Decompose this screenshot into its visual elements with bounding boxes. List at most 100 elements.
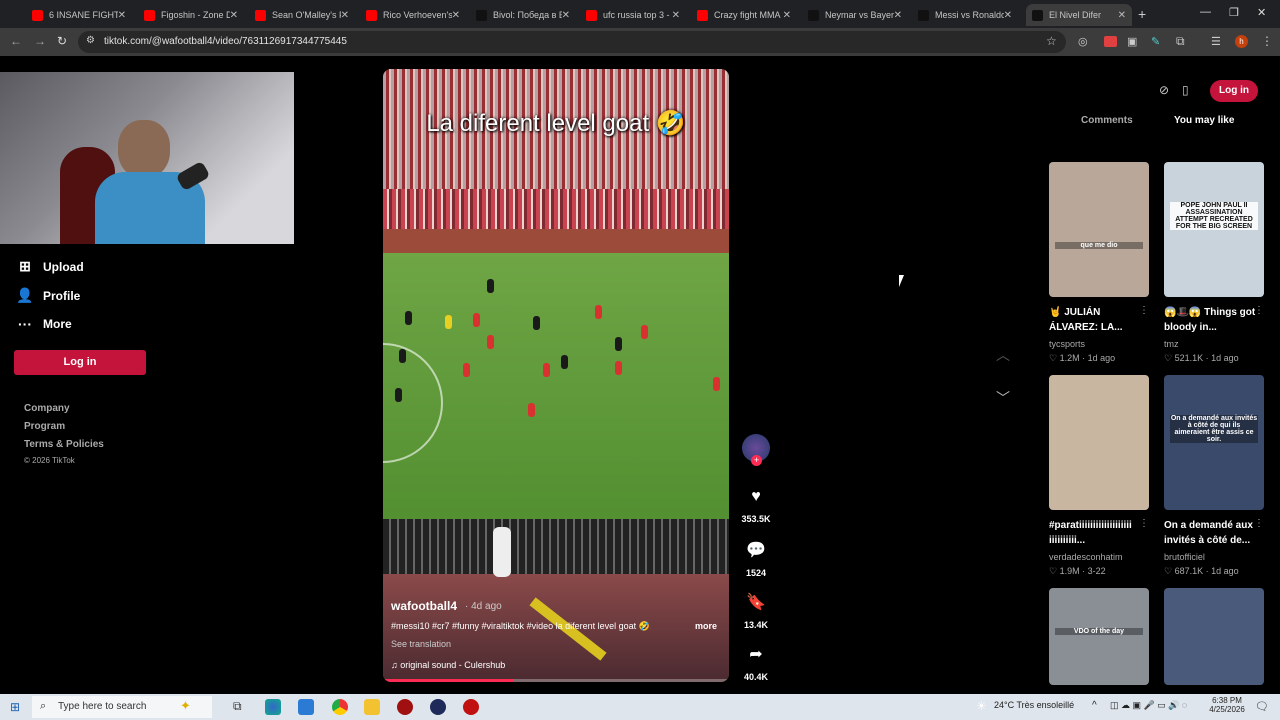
site-info-icon[interactable]: ⚙ [86, 35, 95, 46]
device-icon[interactable]: ▯ [1182, 83, 1189, 97]
tab-close-icon[interactable]: ✕ [118, 10, 126, 21]
video-author-link[interactable]: wafootball4 [391, 599, 457, 613]
compass-icon[interactable]: ⊘ [1159, 83, 1169, 97]
tray-icons[interactable]: ◫ ☁ ▣ 🎤 ▭ 🔊 ◌ [1110, 700, 1187, 711]
browser-tab[interactable]: Sean O'Malley's F ✕ [249, 4, 355, 26]
save-button[interactable]: 🔖 13.4K [738, 592, 774, 630]
card-title[interactable]: 😱🎩😱 Things got bloody in... [1164, 305, 1256, 335]
follow-plus-icon[interactable]: + [751, 455, 762, 466]
tab-close-icon[interactable]: ✕ [1118, 10, 1126, 21]
close-window-icon[interactable]: ✕ [1257, 6, 1266, 19]
edge-icon[interactable] [265, 699, 281, 715]
chrome-icon[interactable] [332, 699, 348, 715]
extension-icon[interactable]: ◎ [1078, 35, 1088, 48]
browser-tab[interactable]: Figoshin - Zone D ✕ [138, 4, 244, 26]
tab-close-icon[interactable]: ✕ [1004, 10, 1012, 21]
tab-close-icon[interactable]: ✕ [341, 10, 349, 21]
video-progress-bar[interactable] [383, 679, 729, 682]
file-explorer-icon[interactable] [364, 699, 380, 715]
extension-icon[interactable]: ✎ [1151, 35, 1160, 48]
tab-comments[interactable]: Comments [1081, 115, 1133, 126]
tab-close-icon[interactable]: ✕ [894, 10, 902, 21]
footer-program-link[interactable]: Program [24, 421, 65, 432]
card-more-icon[interactable]: ⋮ [1139, 305, 1149, 316]
nav-more[interactable]: ··· More [16, 316, 72, 332]
description-more-button[interactable]: more [695, 621, 717, 631]
login-button[interactable]: Log in [1210, 80, 1258, 102]
browser-tab[interactable]: Crazy fight MMA ✕ [691, 4, 797, 26]
extension-icon[interactable]: ▣ [1127, 35, 1137, 48]
clock[interactable]: 6:38 PM 4/25/2026 [1205, 696, 1249, 714]
browser-tab[interactable]: Bivol: Победа в Б ✕ [470, 4, 576, 26]
reload-icon[interactable]: ↻ [57, 34, 67, 48]
login-button[interactable]: Log in [14, 350, 146, 375]
video-thumbnail[interactable]: VDO of the day [1049, 588, 1149, 685]
card-author[interactable]: verdadesconhatim [1049, 552, 1149, 562]
app-icon[interactable] [463, 699, 479, 715]
notifications-icon[interactable]: 🗨 [1255, 700, 1269, 713]
like-button[interactable]: ♥ 353.5K [738, 488, 774, 524]
minimize-icon[interactable]: — [1200, 6, 1211, 18]
weather-text[interactable]: 24°C Très ensoleillé [994, 700, 1074, 710]
video-thumbnail[interactable]: que me dio [1049, 162, 1149, 297]
adblock-extension-icon[interactable] [1104, 36, 1117, 47]
reading-list-icon[interactable]: ☰ [1211, 35, 1221, 48]
profile-avatar[interactable]: h [1235, 35, 1248, 48]
windows-start-icon[interactable]: ⊞ [10, 700, 20, 714]
tab-close-icon[interactable]: ✕ [452, 10, 460, 21]
footer-terms-link[interactable]: Terms & Policies [24, 439, 104, 450]
browser-menu-icon[interactable]: ⋮ [1261, 34, 1273, 48]
recommended-video-card[interactable] [1164, 588, 1264, 685]
4k-app-icon[interactable] [430, 699, 446, 715]
url-input[interactable]: tiktok.com/@wafootball4/video/7631126917… [78, 31, 1066, 53]
browser-tab[interactable]: 6 INSANE FIGHTS✕ [26, 4, 132, 26]
video-sound-link[interactable]: ♫ original sound - Culershub [391, 660, 505, 670]
video-thumbnail[interactable] [1049, 375, 1149, 510]
tab-you-may-like[interactable]: You may like [1174, 115, 1234, 126]
previous-video-icon[interactable]: ︿ [996, 345, 1010, 365]
task-view-icon[interactable]: ⧉ [233, 699, 242, 714]
card-title[interactable]: On a demandé aux invités à côté de... [1164, 518, 1256, 548]
tab-close-icon[interactable]: ✕ [783, 10, 791, 21]
browser-tab[interactable]: Messi vs Ronaldo ✕ [912, 4, 1018, 26]
recommended-video-card[interactable]: On a demandé aux invités à côté de qui i… [1164, 375, 1264, 577]
card-author[interactable]: brutofficiel [1164, 552, 1264, 562]
browser-tab[interactable]: Rico Verhoeven's ✕ [360, 4, 466, 26]
recommended-video-card[interactable]: POPE JOHN PAUL II ASSASSINATION ATTEMPT … [1164, 162, 1264, 364]
recommended-video-card[interactable]: que me dio 🤘 JULIÁN ÁLVAREZ: LA... ⋮ tycspo… [1049, 162, 1149, 364]
video-thumbnail[interactable] [1164, 588, 1264, 685]
nav-profile[interactable]: 👤 Profile [16, 287, 80, 304]
extensions-puzzle-icon[interactable]: ⧉ [1176, 34, 1185, 49]
video-thumbnail[interactable]: On a demandé aux invités à côté de qui i… [1164, 375, 1264, 510]
video-player[interactable]: La diferent level goat 🤣 wafootball4 · 4… [383, 69, 729, 682]
comment-button[interactable]: 💬 1524 [738, 540, 774, 578]
recommended-video-card[interactable]: #paratiiiiiiiiiiiiiiiiiii iiiiiiiiii... ⋮… [1049, 375, 1149, 577]
next-video-icon[interactable]: ﹀ [996, 388, 1010, 408]
tab-close-icon[interactable]: ✕ [562, 10, 570, 21]
browser-tab[interactable]: ufc russia top 3 - ✕ [580, 4, 686, 26]
app-icon[interactable] [298, 699, 314, 715]
card-more-icon[interactable]: ⋮ [1254, 305, 1264, 316]
video-thumbnail[interactable]: POPE JOHN PAUL II ASSASSINATION ATTEMPT … [1164, 162, 1264, 297]
nav-upload[interactable]: ⊞ Upload [16, 258, 84, 275]
card-author[interactable]: tycsports [1049, 339, 1149, 349]
share-button[interactable]: ➦ 40.4K [738, 644, 774, 682]
card-title[interactable]: #paratiiiiiiiiiiiiiiiiiii iiiiiiiiii... [1049, 518, 1141, 548]
new-tab-button[interactable]: + [1138, 6, 1146, 22]
bookmark-star-icon[interactable]: ☆ [1046, 34, 1057, 48]
card-title[interactable]: 🤘 JULIÁN ÁLVAREZ: LA... [1049, 305, 1141, 335]
footer-company-link[interactable]: Company [24, 403, 70, 414]
card-more-icon[interactable]: ⋮ [1139, 518, 1149, 529]
recommended-video-card[interactable]: VDO of the day [1049, 588, 1149, 685]
tray-chevron-icon[interactable]: ^ [1092, 700, 1097, 711]
browser-tab[interactable]: Neymar vs Bayern ✕ [802, 4, 908, 26]
tab-close-icon[interactable]: ✕ [672, 10, 680, 21]
card-more-icon[interactable]: ⋮ [1254, 518, 1264, 529]
restore-icon[interactable]: ❐ [1229, 6, 1239, 19]
forward-icon[interactable]: → [34, 34, 46, 48]
see-translation-link[interactable]: See translation [391, 639, 451, 649]
app-icon[interactable] [397, 699, 413, 715]
card-author[interactable]: tmz [1164, 339, 1264, 349]
tab-close-icon[interactable]: ✕ [230, 10, 238, 21]
browser-tab[interactable]: El Nivel Difer ✕ [1026, 4, 1132, 26]
